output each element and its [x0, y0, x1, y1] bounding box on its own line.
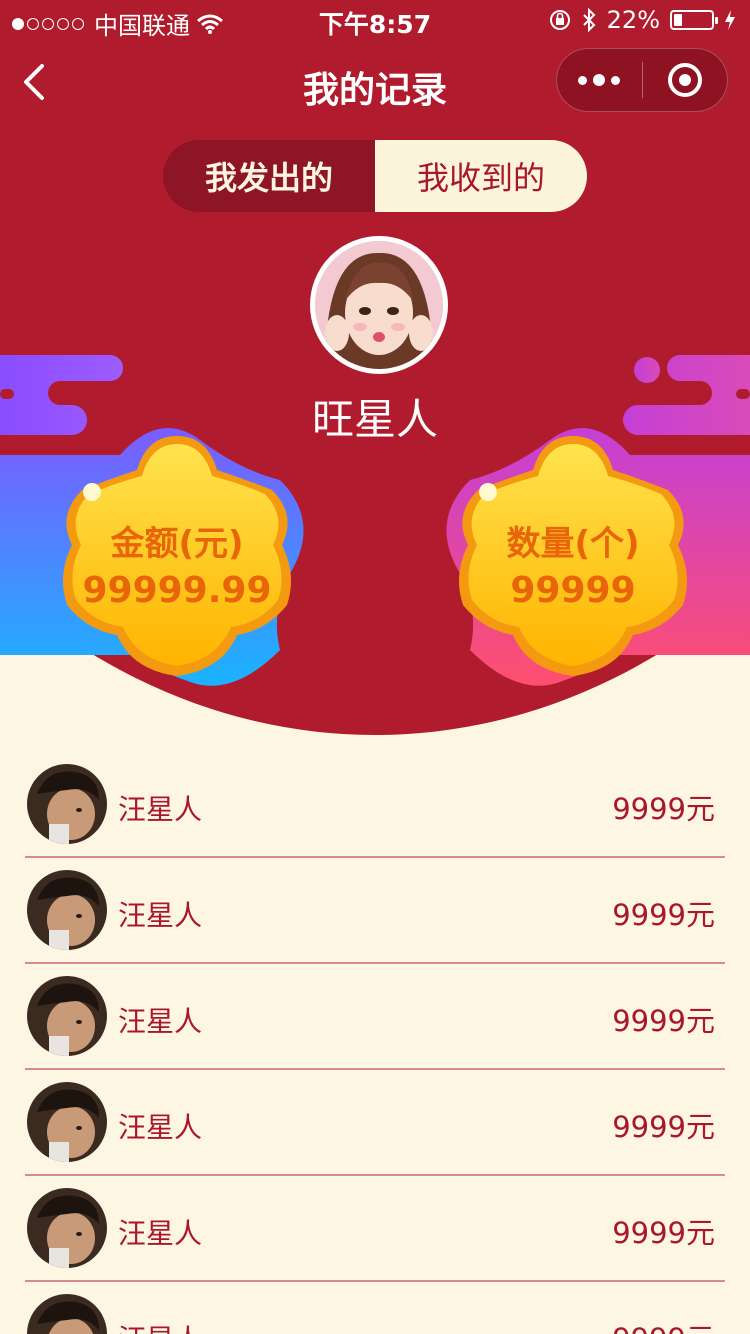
- list-item[interactable]: 汪星人 9999元: [25, 1176, 725, 1282]
- record-amount: 9999元: [612, 792, 715, 826]
- charging-icon: [725, 10, 735, 30]
- record-tabs: 我发出的 我收到的: [163, 140, 587, 212]
- record-name: 汪星人: [118, 1005, 203, 1038]
- avatar: [27, 1294, 107, 1334]
- back-chevron-icon: [24, 64, 44, 100]
- avatar: [27, 976, 107, 1056]
- amount-value: 99999.99: [82, 570, 272, 611]
- avatar: [27, 764, 107, 844]
- back-button[interactable]: [14, 60, 54, 104]
- record-name: 汪星人: [118, 899, 203, 932]
- battery-icon: [670, 10, 718, 30]
- record-name: 汪星人: [118, 793, 203, 826]
- avatar: [310, 236, 448, 374]
- count-label: 数量(个): [506, 524, 640, 564]
- orientation-lock-icon: [549, 10, 570, 30]
- nav-bar: 我的记录: [0, 44, 750, 120]
- list-item[interactable]: 汪星人 9999元: [25, 1070, 725, 1176]
- record-name: 汪星人: [118, 1217, 203, 1250]
- list-item[interactable]: 汪星人 9999元: [25, 752, 725, 858]
- avatar: [27, 1188, 107, 1268]
- record-amount: 9999元: [612, 1216, 715, 1250]
- record-amount: 9999元: [612, 1004, 715, 1038]
- record-name: 汪星人: [118, 1111, 203, 1144]
- record-amount: 9999元: [612, 1110, 715, 1144]
- count-value: 99999: [510, 570, 636, 611]
- tab-sent[interactable]: 我发出的: [163, 140, 375, 212]
- mini-program-capsule: [556, 48, 728, 112]
- status-right: 22%: [549, 6, 736, 34]
- battery-percent: 22%: [606, 6, 660, 34]
- amount-badge: 金额(元) 99999.99: [47, 430, 307, 690]
- avatar: [27, 870, 107, 950]
- record-amount: 9999元: [612, 1316, 715, 1334]
- record-amount: 9999元: [612, 898, 715, 932]
- record-name: 汪星人: [118, 1318, 202, 1334]
- bluetooth-icon: [582, 8, 596, 32]
- record-list: 汪星人 9999元 汪星人 9999元 汪星人 9999元 汪星人 9999元 …: [25, 752, 725, 1334]
- status-bar: 中国联通 下午8:57 22%: [0, 0, 750, 40]
- tab-received[interactable]: 我收到的: [375, 140, 587, 212]
- more-dots-icon[interactable]: [557, 49, 642, 111]
- amount-label: 金额(元): [110, 524, 244, 564]
- count-badge: 数量(个) 99999: [443, 430, 703, 690]
- list-item[interactable]: 汪星人 9999元: [25, 964, 725, 1070]
- close-target-icon[interactable]: [643, 49, 728, 111]
- list-item[interactable]: 汪星人 9999元: [25, 858, 725, 964]
- avatar: [27, 1082, 107, 1162]
- list-item[interactable]: 汪星人 9999元: [25, 1282, 725, 1334]
